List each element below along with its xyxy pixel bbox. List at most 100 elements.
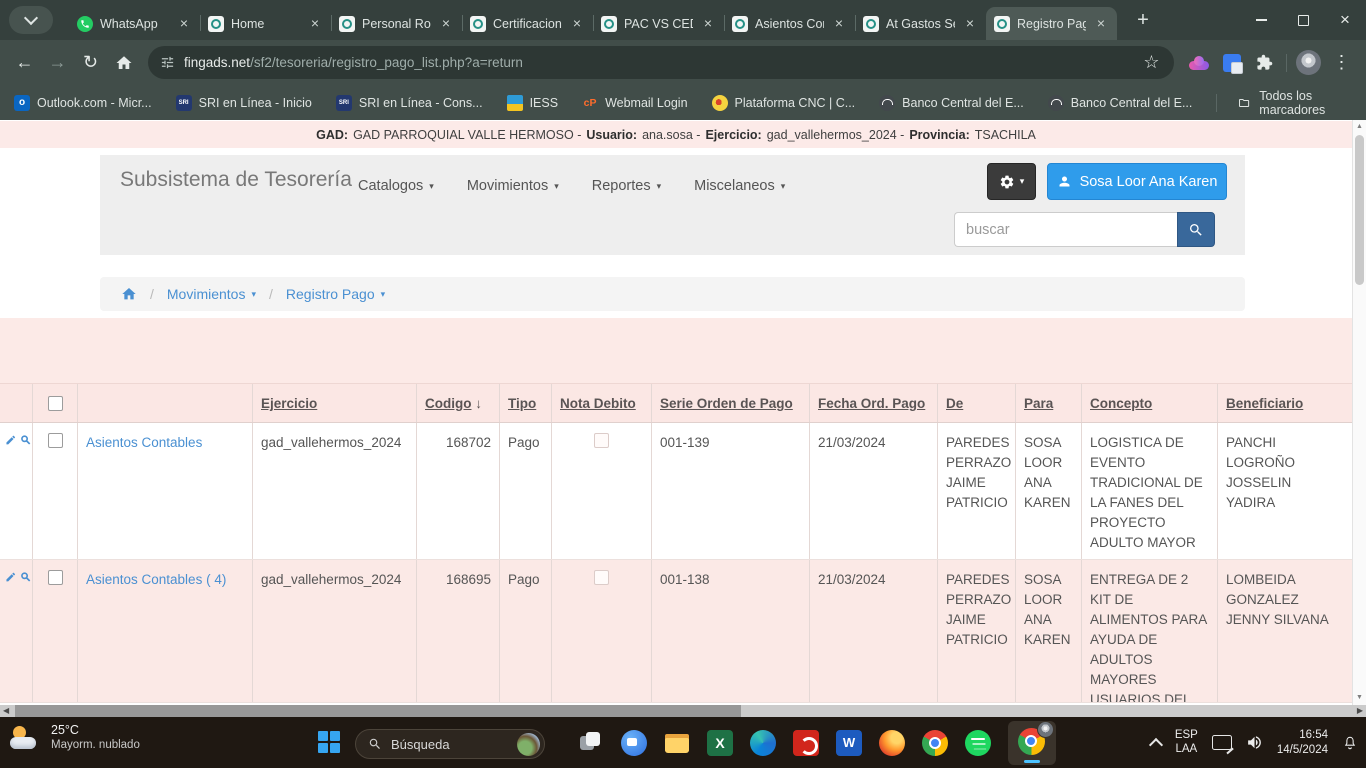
bookmark-star-icon[interactable]: ☆ — [1135, 46, 1168, 79]
tab-asientos-contables[interactable]: Asientos Cor × — [724, 7, 855, 40]
search-highlight-image[interactable] — [517, 733, 540, 756]
task-view-icon[interactable] — [578, 730, 604, 756]
header-ejercicio[interactable]: Ejercicio — [253, 384, 417, 422]
taskbar-weather-widget[interactable]: 25°C Mayorm. nublado — [10, 723, 140, 753]
view-magnifier-icon[interactable] — [20, 433, 32, 447]
asientos-contables-link[interactable]: Asientos Contables — [86, 435, 202, 450]
extension-lightshot-icon[interactable] — [1182, 46, 1215, 79]
edge-icon[interactable] — [750, 730, 776, 756]
horizontal-scrollbar[interactable]: ◀ ▶ — [0, 705, 1366, 717]
header-codigo[interactable]: Codigo ↓ — [417, 384, 500, 422]
menu-catalogos[interactable]: Catalogos▾ — [358, 178, 434, 194]
breadcrumb-registro-pago[interactable]: Registro Pago▾ — [286, 286, 385, 302]
profile-avatar[interactable] — [1292, 46, 1325, 79]
header-concepto[interactable]: Concepto — [1082, 384, 1218, 422]
tab-home[interactable]: Home × — [200, 7, 331, 40]
home-button[interactable] — [107, 46, 140, 79]
tab-close-icon[interactable]: × — [569, 16, 585, 32]
refresh-button[interactable]: ↻ — [74, 46, 107, 79]
tab-close-icon[interactable]: × — [438, 16, 454, 32]
tab-close-icon[interactable]: × — [176, 16, 192, 32]
vertical-scrollbar[interactable]: ▲ ▼ — [1352, 120, 1366, 705]
bookmark-cnc[interactable]: Plataforma CNC | C... — [712, 95, 856, 111]
edit-pencil-icon[interactable] — [5, 570, 17, 584]
forward-button[interactable]: → — [41, 46, 74, 79]
tab-close-icon[interactable]: × — [700, 16, 716, 32]
bookmark-webmail[interactable]: cP Webmail Login — [582, 95, 687, 111]
tab-pac-vs-cedi[interactable]: PAC VS CEDI × — [593, 7, 724, 40]
window-restore-button[interactable] — [1282, 0, 1324, 40]
start-button[interactable] — [318, 731, 340, 753]
tab-close-icon[interactable]: × — [307, 16, 323, 32]
volume-icon[interactable] — [1246, 734, 1263, 751]
tab-at-gastos[interactable]: At Gastos Se × — [855, 7, 986, 40]
asientos-contables-link[interactable]: Asientos Contables ( 4) — [86, 572, 226, 587]
spotify-icon[interactable] — [965, 730, 991, 756]
tab-close-icon[interactable]: × — [831, 16, 847, 32]
address-bar[interactable]: fingads.net/sf2/tesoreria/registro_pago_… — [148, 46, 1174, 79]
bookmark-sri-consultas[interactable]: SRI SRI en Línea - Cons... — [336, 95, 483, 111]
bookmark-sri-inicio[interactable]: SRI SRI en Línea - Inicio — [176, 95, 312, 111]
word-icon[interactable]: W — [836, 730, 862, 756]
edit-pencil-icon[interactable] — [5, 433, 17, 447]
menu-reportes[interactable]: Reportes▾ — [592, 178, 661, 194]
teams-chat-icon[interactable] — [621, 730, 647, 756]
breadcrumb-movimientos[interactable]: Movimientos▾ — [167, 286, 256, 302]
horizontal-scrollbar-thumb[interactable] — [15, 705, 741, 717]
header-de[interactable]: De — [938, 384, 1016, 422]
file-explorer-icon[interactable] — [664, 730, 690, 756]
breadcrumb-home[interactable] — [121, 286, 137, 302]
scroll-up-icon[interactable]: ▲ — [1353, 123, 1366, 130]
tab-certificacion[interactable]: Certificacion × — [462, 7, 593, 40]
menu-movimientos[interactable]: Movimientos▾ — [467, 178, 559, 194]
row-checkbox[interactable] — [48, 570, 63, 585]
window-close-button[interactable]: × — [1324, 0, 1366, 40]
bookmark-outlook[interactable]: o Outlook.com - Micr... — [14, 95, 152, 111]
tab-whatsapp[interactable]: WhatsApp × — [69, 7, 200, 40]
excel-icon[interactable]: X — [707, 730, 733, 756]
site-info-icon[interactable] — [160, 55, 175, 70]
scroll-down-icon[interactable]: ▼ — [1353, 694, 1366, 701]
tab-registro-pago-active[interactable]: Registro Pag × — [986, 7, 1117, 40]
extension-translate-icon[interactable] — [1215, 46, 1248, 79]
acrobat-icon[interactable] — [793, 730, 819, 756]
tab-personal-rol[interactable]: Personal Rol × — [331, 7, 462, 40]
select-all-checkbox[interactable] — [48, 396, 63, 411]
extensions-puzzle-icon[interactable] — [1248, 46, 1281, 79]
header-tipo[interactable]: Tipo — [500, 384, 552, 422]
settings-gear-button[interactable]: ▾ — [987, 163, 1036, 200]
user-menu-button[interactable]: Sosa Loor Ana Karen — [1047, 163, 1227, 200]
new-tab-button[interactable]: + — [1129, 6, 1157, 34]
view-magnifier-icon[interactable] — [20, 570, 32, 584]
tab-close-icon[interactable]: × — [962, 16, 978, 32]
hidden-icons-chevron[interactable] — [1149, 737, 1163, 751]
bookmark-banco-central-2[interactable]: Banco Central del E... — [1048, 95, 1193, 111]
tab-close-icon[interactable]: × — [1093, 16, 1109, 32]
clock-widget[interactable]: 16:54 14/5/2024 — [1277, 728, 1328, 757]
header-serie-orden-pago[interactable]: Serie Orden de Pago — [652, 384, 810, 422]
vertical-scrollbar-thumb[interactable] — [1355, 135, 1364, 285]
notifications-bell-icon[interactable] — [1342, 735, 1358, 751]
touch-keyboard-icon[interactable] — [1212, 735, 1232, 750]
bookmark-iess[interactable]: IESS — [507, 95, 559, 111]
header-fecha-ord-pago[interactable]: Fecha Ord. Pago — [810, 384, 938, 422]
window-minimize-button[interactable] — [1240, 0, 1282, 40]
header-beneficiario[interactable]: Beneficiario — [1218, 384, 1352, 422]
taskbar-search-box[interactable]: Búsqueda — [355, 729, 545, 759]
browser-menu-kebab-icon[interactable]: ⋮ — [1325, 46, 1358, 79]
firefox-icon[interactable] — [879, 730, 905, 756]
tab-search-button[interactable] — [9, 6, 53, 34]
search-button[interactable] — [1177, 212, 1215, 247]
scroll-right-icon[interactable]: ▶ — [1357, 706, 1363, 715]
all-bookmarks[interactable]: Todos los marcadores — [1216, 89, 1352, 117]
row-checkbox[interactable] — [48, 433, 63, 448]
chrome-icon[interactable] — [922, 730, 948, 756]
scroll-left-icon[interactable]: ◀ — [3, 706, 9, 715]
header-nota-debito[interactable]: Nota Debito — [552, 384, 652, 422]
language-indicator[interactable]: ESP LAA — [1175, 729, 1198, 756]
search-input[interactable] — [954, 212, 1177, 247]
back-button[interactable]: ← — [8, 46, 41, 79]
header-para[interactable]: Para — [1016, 384, 1082, 422]
chrome-active-taskbar-button[interactable] — [1008, 721, 1056, 765]
menu-miscelaneos[interactable]: Miscelaneos▾ — [694, 178, 785, 194]
